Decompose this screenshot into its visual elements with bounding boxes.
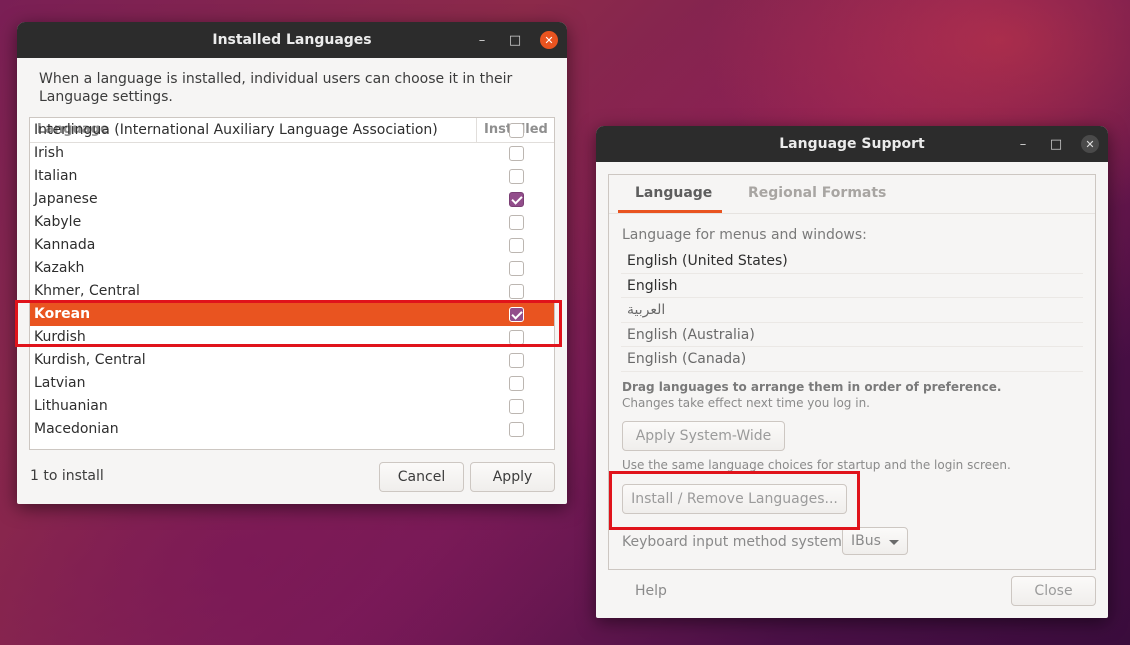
language-name: Irish — [34, 145, 64, 161]
installed-checkbox[interactable] — [509, 123, 524, 138]
close-dialog-button[interactable]: Close — [1011, 576, 1096, 606]
cancel-button[interactable]: Cancel — [379, 462, 464, 492]
minimize-icon[interactable]: – — [471, 22, 493, 58]
keyboard-input-value: IBus — [851, 533, 881, 549]
drag-hint: Drag languages to arrange them in order … — [622, 380, 1002, 394]
korean-row-highlight — [15, 300, 562, 347]
language-name: Macedonian — [34, 421, 119, 437]
table-row[interactable]: Irish — [30, 142, 554, 165]
table-row[interactable]: Lithuanian — [30, 395, 554, 418]
menu-language-label: Language for menus and windows: — [622, 227, 867, 243]
language-name: Kurdish, Central — [34, 352, 146, 368]
table-row[interactable]: Macedonian — [30, 418, 554, 441]
list-item[interactable]: English (Canada) — [621, 347, 1083, 372]
installed-checkbox[interactable] — [509, 399, 524, 414]
language-name: Kabyle — [34, 214, 82, 230]
tab-language[interactable]: Language — [635, 185, 712, 213]
maximize-icon[interactable]: □ — [1045, 126, 1067, 162]
close-button[interactable]: ✕ — [538, 22, 560, 58]
installed-languages-window: Installed Languages – □ ✕ When a languag… — [17, 22, 567, 504]
system-wide-hint: Use the same language choices for startu… — [622, 458, 1011, 472]
tabs-divider — [609, 213, 1095, 214]
installed-checkbox[interactable] — [509, 169, 524, 184]
installed-checkbox[interactable] — [509, 353, 524, 368]
chevron-down-icon — [889, 540, 899, 545]
language-name: Interlingua (International Auxiliary Lan… — [34, 122, 438, 138]
language-name: Italian — [34, 168, 78, 184]
table-row[interactable]: Kabyle — [30, 211, 554, 234]
keyboard-input-label: Keyboard input method system: — [622, 534, 847, 550]
menu-language-list[interactable]: English (United States) English العربية … — [621, 249, 1083, 372]
minimize-icon[interactable]: – — [1012, 126, 1034, 162]
install-count-status: 1 to install — [30, 468, 104, 484]
table-row[interactable]: Kazakh — [30, 257, 554, 280]
installed-checkbox[interactable] — [509, 261, 524, 276]
effect-hint: Changes take effect next time you log in… — [622, 396, 870, 410]
table-row[interactable]: Kannada — [30, 234, 554, 257]
installed-checkbox[interactable] — [509, 215, 524, 230]
installed-checkbox[interactable] — [509, 146, 524, 161]
close-icon: ✕ — [1081, 135, 1099, 153]
installed-checkbox[interactable] — [509, 284, 524, 299]
installed-checkbox[interactable] — [509, 238, 524, 253]
language-name: Japanese — [34, 191, 98, 207]
table-row[interactable]: Interlingua (International Auxiliary Lan… — [30, 119, 554, 142]
installed-checkbox[interactable] — [509, 376, 524, 391]
maximize-icon[interactable]: □ — [504, 22, 526, 58]
close-button[interactable]: ✕ — [1079, 126, 1101, 162]
window-title: Installed Languages — [212, 32, 372, 48]
keyboard-input-select[interactable]: IBus — [842, 527, 908, 555]
list-item[interactable]: English — [621, 274, 1083, 298]
language-name: Lithuanian — [34, 398, 108, 414]
language-name: Kannada — [34, 237, 96, 253]
apply-system-wide-button[interactable]: Apply System-Wide — [622, 421, 785, 451]
languages-table[interactable]: Language Installed Interlingua (Internat… — [29, 117, 555, 450]
table-row[interactable]: Kurdish, Central — [30, 349, 554, 372]
tab-regional-formats[interactable]: Regional Formats — [748, 185, 886, 213]
install-remove-highlight — [609, 471, 860, 530]
installed-checkbox[interactable] — [509, 192, 524, 207]
help-button[interactable]: Help — [635, 583, 667, 599]
installed-checkbox[interactable] — [509, 422, 524, 437]
language-support-window: Language Support – □ ✕ Language Regional… — [596, 126, 1108, 618]
language-name: Kazakh — [34, 260, 85, 276]
language-name: Latvian — [34, 375, 86, 391]
apply-button[interactable]: Apply — [470, 462, 555, 492]
languages-table-body: Interlingua (International Auxiliary Lan… — [30, 119, 554, 441]
table-row[interactable]: Japanese — [30, 188, 554, 211]
table-row[interactable]: Latvian — [30, 372, 554, 395]
list-item[interactable]: English (Australia) — [621, 323, 1083, 347]
installed-description: When a language is installed, individual… — [39, 71, 513, 105]
window-title: Language Support — [779, 136, 925, 152]
language-support-titlebar[interactable]: Language Support – □ ✕ — [596, 126, 1108, 162]
table-row[interactable]: Italian — [30, 165, 554, 188]
close-icon: ✕ — [540, 31, 558, 49]
installed-languages-titlebar[interactable]: Installed Languages – □ ✕ — [17, 22, 567, 58]
list-item[interactable]: العربية — [621, 298, 1083, 323]
list-item[interactable]: English (United States) — [621, 249, 1083, 274]
